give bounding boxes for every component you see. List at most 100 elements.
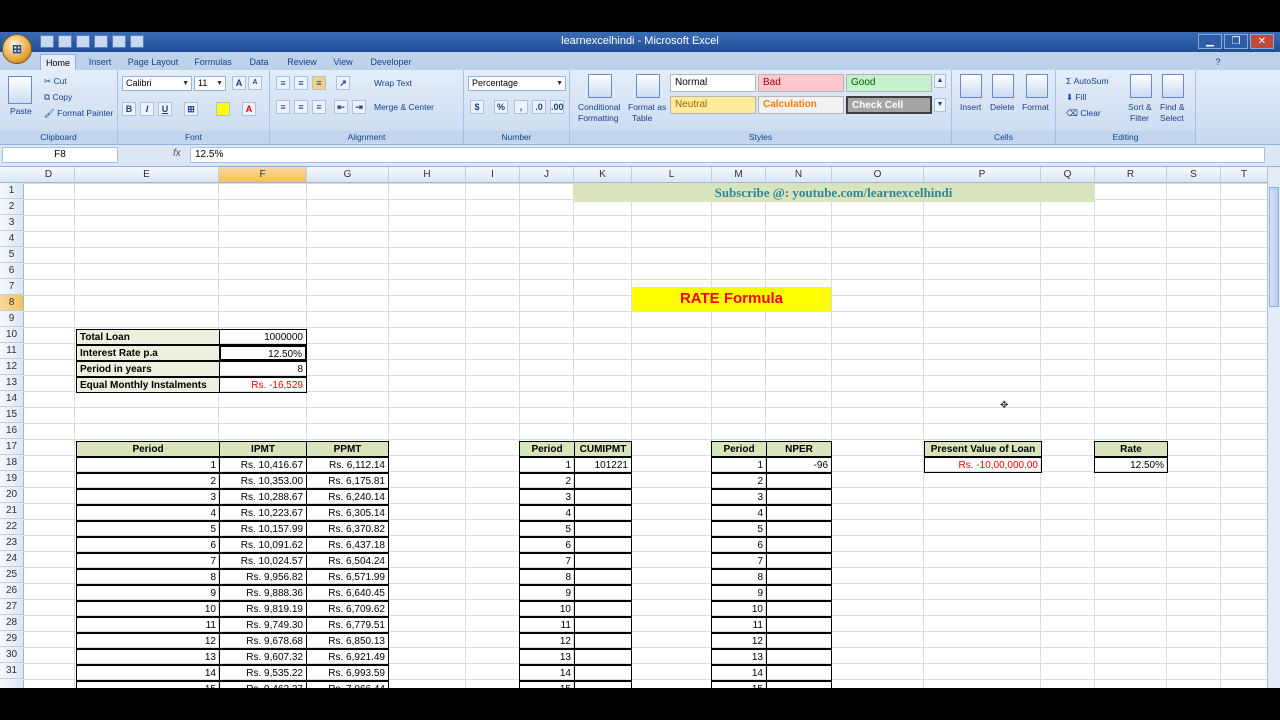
- input-value-interest-rate[interactable]: 12.50%: [219, 345, 307, 361]
- formula-input[interactable]: 12.5%: [190, 147, 1265, 163]
- table2-cumipmt-cell[interactable]: 101221: [574, 457, 632, 473]
- table2-header-period[interactable]: Period: [519, 441, 575, 457]
- table2-header-cumipmt[interactable]: CUMIPMT: [574, 441, 632, 457]
- table2-cumipmt-cell[interactable]: [574, 537, 632, 553]
- restore-icon[interactable]: ❐: [1224, 34, 1248, 49]
- copy-button[interactable]: ⧉ Copy: [44, 92, 72, 103]
- table1-ppmt-cell[interactable]: Rs. 7,066.44: [306, 681, 389, 688]
- table3-header-period[interactable]: Period: [711, 441, 767, 457]
- worksheet-grid[interactable]: Subscribe @: youtube.com/learnexcelhindi…: [23, 183, 1268, 688]
- align-middle-icon[interactable]: ≡: [294, 76, 308, 90]
- orientation-icon[interactable]: ↗: [336, 76, 350, 90]
- row-header-4[interactable]: 4: [0, 231, 23, 247]
- column-header-q[interactable]: Q: [1041, 167, 1095, 182]
- conditional-formatting-button[interactable]: Conditional: [578, 102, 621, 112]
- tab-data[interactable]: Data: [244, 54, 274, 70]
- paste-button[interactable]: Paste: [10, 106, 32, 116]
- sort-filter-icon[interactable]: [1130, 74, 1152, 98]
- table1-ppmt-cell[interactable]: Rs. 6,504.24: [306, 553, 389, 569]
- table2-period-cell[interactable]: 5: [519, 521, 575, 537]
- column-header-k[interactable]: K: [574, 167, 632, 182]
- table1-period-cell[interactable]: 8: [76, 569, 220, 585]
- table3-period-cell[interactable]: 9: [711, 585, 767, 601]
- table3-period-cell[interactable]: 11: [711, 617, 767, 633]
- align-center-icon[interactable]: ≡: [294, 100, 308, 114]
- increase-decimal-icon[interactable]: .0: [532, 100, 546, 114]
- table2-period-cell[interactable]: 14: [519, 665, 575, 681]
- table3-nper-cell[interactable]: [766, 505, 832, 521]
- row-header-27[interactable]: 27: [0, 599, 23, 615]
- merge-center-button[interactable]: Merge & Center: [374, 102, 434, 112]
- table1-ipmt-cell[interactable]: Rs. 9,678.68: [219, 633, 307, 649]
- table2-cumipmt-cell[interactable]: [574, 489, 632, 505]
- table3-nper-cell[interactable]: [766, 585, 832, 601]
- table2-period-cell[interactable]: 11: [519, 617, 575, 633]
- table1-period-cell[interactable]: 6: [76, 537, 220, 553]
- table1-ipmt-cell[interactable]: Rs. 10,024.57: [219, 553, 307, 569]
- column-header-l[interactable]: L: [632, 167, 712, 182]
- table3-nper-cell[interactable]: [766, 633, 832, 649]
- wrap-text-button[interactable]: Wrap Text: [374, 78, 412, 88]
- table1-ppmt-cell[interactable]: Rs. 6,921.49: [306, 649, 389, 665]
- row-header-30[interactable]: 30: [0, 647, 23, 663]
- column-header-s[interactable]: S: [1167, 167, 1221, 182]
- style-good[interactable]: Good: [846, 74, 932, 92]
- table2-cumipmt-cell[interactable]: [574, 633, 632, 649]
- tab-page-layout[interactable]: Page Layout: [124, 54, 182, 70]
- table1-period-cell[interactable]: 9: [76, 585, 220, 601]
- table1-ipmt-cell[interactable]: Rs. 10,416.67: [219, 457, 307, 473]
- column-header-o[interactable]: O: [832, 167, 924, 182]
- table2-cumipmt-cell[interactable]: [574, 505, 632, 521]
- row-header-5[interactable]: 5: [0, 247, 23, 263]
- vertical-scrollbar[interactable]: [1267, 167, 1280, 688]
- style-normal[interactable]: Normal: [670, 74, 756, 92]
- column-header-d[interactable]: D: [23, 167, 75, 182]
- row-header-1[interactable]: 1: [0, 183, 23, 199]
- help-icon[interactable]: ?: [1212, 54, 1224, 70]
- find-select-button[interactable]: Find &: [1160, 102, 1185, 112]
- table3-nper-cell[interactable]: [766, 601, 832, 617]
- table2-cumipmt-cell[interactable]: [574, 681, 632, 688]
- table1-ipmt-cell[interactable]: Rs. 9,956.82: [219, 569, 307, 585]
- row-header-24[interactable]: 24: [0, 551, 23, 567]
- table1-ppmt-cell[interactable]: Rs. 6,779.51: [306, 617, 389, 633]
- table1-ppmt-cell[interactable]: Rs. 6,709.62: [306, 601, 389, 617]
- table2-period-cell[interactable]: 2: [519, 473, 575, 489]
- minimize-icon[interactable]: ▁: [1198, 34, 1222, 49]
- align-top-icon[interactable]: ≡: [276, 76, 290, 90]
- row-header-23[interactable]: 23: [0, 535, 23, 551]
- table3-nper-cell[interactable]: [766, 569, 832, 585]
- sort-filter-button[interactable]: Sort &: [1128, 102, 1152, 112]
- tab-view[interactable]: View: [328, 54, 358, 70]
- row-header-17[interactable]: 17: [0, 439, 23, 455]
- delete-cells-button[interactable]: Delete: [990, 102, 1015, 112]
- row-header-22[interactable]: 22: [0, 519, 23, 535]
- row-header-9[interactable]: 9: [0, 311, 23, 327]
- insert-cells-icon[interactable]: [960, 74, 982, 98]
- underline-button[interactable]: U: [158, 102, 172, 116]
- table3-nper-cell[interactable]: -96: [766, 457, 832, 473]
- table3-period-cell[interactable]: 5: [711, 521, 767, 537]
- input-label-period[interactable]: Period in years: [76, 361, 220, 377]
- row-header-29[interactable]: 29: [0, 631, 23, 647]
- column-header-h[interactable]: H: [389, 167, 466, 182]
- font-size-combo[interactable]: 11 ▼: [194, 76, 226, 91]
- format-as-table-icon[interactable]: [636, 74, 660, 98]
- row-header-15[interactable]: 15: [0, 407, 23, 423]
- table1-ipmt-cell[interactable]: Rs. 9,607.32: [219, 649, 307, 665]
- input-label-total-loan[interactable]: Total Loan: [76, 329, 220, 345]
- table2-cumipmt-cell[interactable]: [574, 649, 632, 665]
- align-bottom-icon[interactable]: ≡: [312, 76, 326, 90]
- table1-ipmt-cell[interactable]: Rs. 9,819.19: [219, 601, 307, 617]
- table1-ppmt-cell[interactable]: Rs. 6,240.14: [306, 489, 389, 505]
- table2-period-cell[interactable]: 13: [519, 649, 575, 665]
- style-neutral[interactable]: Neutral: [670, 96, 756, 114]
- table1-ipmt-cell[interactable]: Rs. 10,157.99: [219, 521, 307, 537]
- italic-button[interactable]: I: [140, 102, 154, 116]
- table2-period-cell[interactable]: 10: [519, 601, 575, 617]
- pv-header[interactable]: Present Value of Loan: [924, 441, 1042, 457]
- row-header-18[interactable]: 18: [0, 455, 23, 471]
- table1-ipmt-cell[interactable]: Rs. 9,749.30: [219, 617, 307, 633]
- subscribe-banner[interactable]: Subscribe @: youtube.com/learnexcelhindi: [573, 184, 1094, 202]
- column-header-t[interactable]: T: [1221, 167, 1268, 182]
